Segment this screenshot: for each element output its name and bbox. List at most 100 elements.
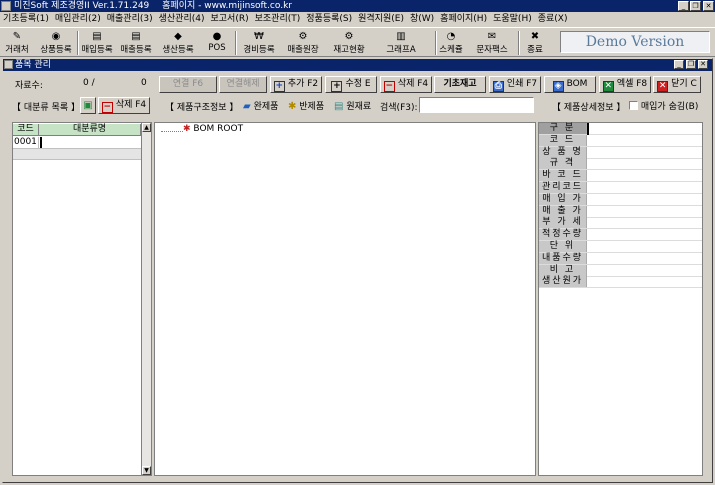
detail-key: 비 고: [539, 264, 587, 276]
toolbar-product-button[interactable]: ◉ 상품등록: [36, 31, 76, 57]
toolbar-production-button[interactable]: ◆ 생산등록: [158, 31, 198, 57]
detail-row[interactable]: 코 드: [539, 134, 702, 147]
toolbar-sales-button[interactable]: ▤ 매출등록: [117, 31, 155, 57]
toolbar-label-4: 생산등록: [162, 45, 194, 55]
app-title: 미진Soft 제조경영II Ver.1.71.249: [14, 1, 150, 11]
detail-row[interactable]: 적정수량: [539, 229, 702, 242]
detail-key: 내품수량: [539, 252, 587, 264]
category-list-title: 【 대분류 목록 】: [12, 103, 80, 113]
menu-item-4[interactable]: 보고서(R): [208, 12, 252, 26]
detail-row[interactable]: 규 격: [539, 158, 702, 171]
menu-item-11[interactable]: 종료(X): [535, 12, 571, 26]
detail-row[interactable]: 구 분: [539, 123, 702, 135]
menu-item-1[interactable]: 매입관리(2): [52, 12, 104, 26]
app-icon: [1, 1, 11, 11]
print-button[interactable]: ⎙ 인쇄 F7: [489, 76, 541, 93]
left-scrollbar[interactable]: ▲ ▼: [141, 123, 151, 475]
finished-label: 완제품: [253, 102, 279, 112]
child-title: 품목 관리: [15, 60, 51, 70]
gear-folder-icon: ✱: [288, 101, 297, 112]
detail-row[interactable]: 생산원가: [539, 276, 702, 289]
bom-button-label: BOM: [566, 79, 588, 89]
toolbar-icon-3: ▤: [131, 31, 141, 42]
detail-row[interactable]: 바 코 드: [539, 170, 702, 183]
base-stock-button[interactable]: 기초재고: [434, 76, 486, 93]
toolbar-stock-button[interactable]: ⚙ 재고현황: [330, 31, 368, 57]
detail-key: 구 분: [539, 123, 587, 134]
product-structure-title: 【 제품구조정보 】: [165, 103, 239, 113]
child-title-bar: 품목 관리 _ ❐ ✕: [3, 59, 712, 71]
category-doc-button[interactable]: ▣: [80, 97, 96, 114]
detail-row[interactable]: 단 위: [539, 241, 702, 253]
menu-item-6[interactable]: 정품등록(S): [303, 12, 355, 26]
detail-key: 적정수량: [539, 229, 587, 241]
detail-row[interactable]: 매 출 가: [539, 205, 702, 218]
child-minimize-button[interactable]: _: [674, 60, 684, 69]
delete-button-label: 삭제 F4: [397, 79, 429, 89]
detail-row[interactable]: 관리코드: [539, 182, 702, 194]
raw-label: 원재료: [346, 102, 372, 112]
unlink-button[interactable]: 연결해제: [219, 76, 267, 93]
search-input[interactable]: [419, 97, 534, 113]
close-window-button[interactable]: ✕: [703, 1, 714, 11]
toolbar-expense-button[interactable]: ₩ 경비등록: [240, 31, 278, 57]
detail-row[interactable]: 부 가 세: [539, 217, 702, 230]
toolbar-separator: [235, 31, 237, 55]
tree-root-node[interactable]: ✱ BOM ROOT: [183, 124, 243, 134]
menu-item-9[interactable]: 홈페이지(H): [437, 12, 490, 26]
menu-bar: 기초등록(1) 매입관리(2) 매출관리(3) 생산관리(4) 보고서(R) 보조관리(T…: [0, 12, 715, 26]
child-close-button[interactable]: ✕: [698, 60, 708, 69]
toolbar-pos-button[interactable]: ● POS: [204, 31, 230, 57]
detail-key: 관리코드: [539, 182, 587, 193]
hide-cost-toggle[interactable]: 매입가 숨김(B): [629, 99, 698, 112]
child-restore-button[interactable]: ❐: [686, 60, 696, 69]
root-node-icon: ✱: [183, 124, 191, 134]
category-delete-label: 삭제 F4: [115, 100, 147, 110]
detail-key: 생산원가: [539, 276, 587, 288]
toolbar-exit-button[interactable]: ✖ 종료: [524, 31, 546, 57]
tree-root-label: BOM ROOT: [193, 124, 244, 134]
row-name[interactable]: [40, 137, 140, 148]
toolbar-graph-button[interactable]: ▥ 그래프A: [381, 31, 421, 57]
col-code-header[interactable]: 코드: [13, 124, 39, 136]
menu-item-3[interactable]: 생산관리(4): [156, 12, 208, 26]
action-bar: 자료수: 0 / 0 연결 F6 연결해제 + 추가 F2 + 수정 E − 삭제 F…: [3, 73, 712, 95]
bom-button[interactable]: ◈ BOM: [544, 76, 596, 93]
finished-filter[interactable]: ▰ 완제품: [243, 99, 278, 112]
detail-row[interactable]: 매 입 가: [539, 193, 702, 206]
edit-button[interactable]: + 수정 E: [325, 76, 377, 93]
raw-filter[interactable]: ▤ 원재료: [334, 99, 371, 112]
menu-item-2[interactable]: 매출관리(3): [104, 12, 156, 26]
semi-filter[interactable]: ✱ 반제품: [288, 99, 324, 112]
scroll-up-icon[interactable]: ▲: [142, 123, 151, 132]
col-name-header[interactable]: 대분류명: [39, 124, 141, 136]
add-button[interactable]: + 추가 F2: [270, 76, 322, 93]
link-button[interactable]: 연결 F6: [159, 76, 217, 93]
menu-item-8[interactable]: 창(W): [407, 12, 437, 26]
scroll-down-icon[interactable]: ▼: [142, 466, 151, 475]
detail-row[interactable]: 비 고: [539, 264, 702, 277]
menu-item-0[interactable]: 기초등록(1): [0, 12, 52, 26]
detail-row[interactable]: 상 품 명: [539, 146, 702, 159]
toolbar-label-10: 스케쥴: [439, 45, 463, 55]
table-row[interactable]: 0001: [13, 137, 141, 149]
toolbar-schedule-button[interactable]: ◔ 스케쥴: [436, 31, 466, 57]
menu-item-10[interactable]: 도움말(H): [490, 12, 535, 26]
close-button[interactable]: ✕ 닫기 C: [653, 76, 701, 93]
toolbar-sales-ledger-button[interactable]: ⚙ 매출원장: [283, 31, 323, 57]
toolbar-separator: [435, 31, 437, 55]
detail-key: 코 드: [539, 134, 587, 146]
category-delete-button[interactable]: − 삭제 F4: [98, 97, 150, 114]
minimize-button[interactable]: _: [678, 1, 689, 11]
hide-cost-checkbox[interactable]: [629, 101, 638, 110]
menu-item-5[interactable]: 보조관리(T): [252, 12, 304, 26]
restore-button[interactable]: ❐: [690, 1, 701, 11]
toolbar-customer-button[interactable]: ✎ 거래처: [2, 31, 32, 57]
toolbar-label-8: 재고현황: [333, 45, 365, 55]
toolbar-purchase-button[interactable]: ▤ 매입등록: [80, 31, 114, 57]
detail-row[interactable]: 내품수량: [539, 252, 702, 265]
menu-item-7[interactable]: 원격지원(E): [355, 12, 407, 26]
toolbar-sms-fax-button[interactable]: ✉ 문자팩스: [472, 31, 512, 57]
delete-button[interactable]: − 삭제 F4: [380, 76, 432, 93]
excel-button[interactable]: ✕ 엑셀 F8: [599, 76, 651, 93]
